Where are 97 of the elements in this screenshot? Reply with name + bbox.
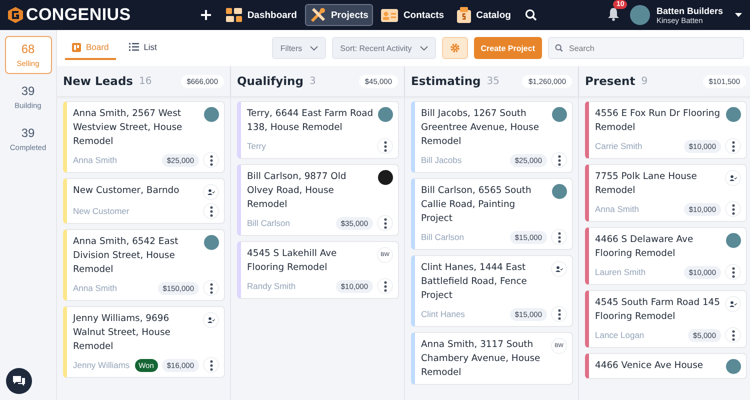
project-title: 7755 Polk Lane House Remodel	[595, 170, 698, 198]
chevron-down-icon	[420, 46, 428, 50]
bell-icon[interactable]	[607, 6, 620, 20]
more-icon[interactable]	[203, 280, 219, 296]
logo-icon	[8, 7, 23, 23]
avatar	[726, 359, 741, 374]
contact-name: Anna Smith	[73, 155, 118, 165]
search-icon[interactable]	[524, 9, 537, 21]
gear-icon	[450, 43, 460, 53]
project-title: Bill Carlson, 6565 South Callie Road, Painting Project	[421, 184, 532, 226]
contact-name: Randy Smith	[247, 281, 297, 291]
more-icon[interactable]	[725, 327, 741, 343]
contact-name: Bill Jacobs	[421, 155, 463, 165]
view-tab[interactable]: List	[122, 36, 164, 60]
plus-icon[interactable]	[201, 10, 212, 20]
brand-name: CONGENIUS	[26, 5, 131, 25]
contact-name: Terry	[247, 141, 267, 151]
project-title: Bill Jacobs, 1267 South Greentree Avenue, House Remodel	[421, 107, 540, 149]
contact-name: Carrie Smith	[595, 141, 644, 151]
contact-name: Bill Carlson	[421, 232, 465, 242]
project-title: Anna Smith, 6542 East Division Street, House Remodel	[73, 235, 180, 277]
project-title: Terry, 6644 East Farm Road 138, House Remodel	[247, 107, 374, 135]
more-icon[interactable]	[551, 229, 567, 245]
more-icon[interactable]	[725, 201, 741, 217]
more-icon[interactable]	[377, 215, 393, 231]
project-title: 4466 Venice Ave House	[595, 359, 704, 373]
project-card[interactable]: Terry, 6644 East Farm Road 138, House Remodel Terry	[237, 101, 399, 159]
project-title: 4545 South Farm Road 145 Flooring Remodel	[595, 296, 721, 324]
more-icon[interactable]	[377, 138, 393, 154]
assign-user-icon[interactable]	[203, 184, 219, 200]
more-icon[interactable]	[725, 264, 741, 280]
chevron-down-icon	[310, 46, 318, 50]
avatar	[378, 170, 393, 185]
contact-name: Clint Hanes	[421, 309, 466, 319]
project-title: Clint Hanes, 1444 East Battlefield Road, Fence Project	[421, 261, 528, 303]
column-count: 35	[486, 76, 500, 86]
list-icon	[128, 43, 139, 51]
contact-name: Lance Logan	[595, 330, 646, 340]
avatar	[726, 233, 741, 248]
dashboard-icon	[226, 8, 242, 22]
contact-name: Anna Smith	[73, 283, 118, 293]
project-title: Anna Smith, 2567 West Westview Street, House Remodel	[73, 107, 184, 149]
column-title: New Leads	[63, 74, 134, 88]
more-icon[interactable]	[725, 138, 741, 154]
search-icon	[555, 44, 563, 52]
contact-name: Anna Smith	[595, 204, 640, 214]
project-title: 4545 S Lakehill Ave Flooring Remodel	[247, 247, 338, 275]
project-title: 4556 E Fox Run Dr Flooring Remodel	[595, 107, 722, 135]
settings-button[interactable]	[442, 37, 468, 59]
company-name: Batten Builders	[656, 6, 723, 16]
search-field[interactable]: Search	[548, 37, 744, 59]
nav-tab[interactable]: Catalog	[452, 4, 516, 26]
chat-bubbles-icon	[12, 375, 26, 387]
contact-name: Jenny Williams	[73, 360, 131, 370]
filters-dropdown[interactable]: Filters	[272, 37, 326, 59]
avatar	[204, 235, 219, 250]
nav-tab[interactable]: Dashboard	[221, 4, 302, 26]
column-title: Present	[585, 74, 636, 88]
assign-user-icon[interactable]	[725, 296, 741, 312]
price-tag-icon	[457, 7, 472, 23]
project-card[interactable]: 4466 Venice Ave House	[585, 353, 747, 379]
nav-tab[interactable]: Projects	[304, 4, 374, 26]
contact-name: New Customer	[73, 206, 130, 216]
more-icon[interactable]	[551, 152, 567, 168]
contact-name: Lauren Smith	[595, 267, 647, 277]
more-icon[interactable]	[551, 306, 567, 322]
board-icon	[72, 42, 81, 52]
more-icon[interactable]	[203, 152, 219, 168]
project-title: Jenny Williams, 9696 Walnut Street, House Remodel	[73, 312, 172, 354]
assign-user-icon[interactable]	[551, 261, 567, 277]
column-title: Qualifying	[237, 74, 304, 88]
tools-icon	[310, 7, 326, 23]
project-title: Anna Smith, 3117 South Chambery Avenue, House Remodel	[421, 338, 542, 380]
avatar	[552, 184, 567, 199]
contact-name: Bill Carlson	[247, 218, 291, 228]
sort-dropdown[interactable]: Sort: Recent Activity	[332, 37, 436, 59]
avatar	[204, 107, 219, 122]
column-count: 3	[309, 76, 316, 86]
more-icon[interactable]	[203, 203, 219, 219]
contact-card-icon	[381, 8, 398, 22]
more-icon[interactable]	[203, 357, 219, 373]
more-icon[interactable]	[377, 278, 393, 294]
column-count: 9	[641, 76, 648, 86]
project-card[interactable]: New Customer, Barndo New Customer	[63, 178, 225, 224]
column-count: 16	[139, 76, 152, 86]
avatar	[552, 107, 567, 122]
project-title: New Customer, Barndo	[73, 184, 180, 198]
column-title: Estimating	[411, 74, 481, 88]
nav-tab[interactable]: Contacts	[376, 4, 450, 26]
project-title: Bill Carlson, 9877 Old Olvey Road, House Remodel	[247, 170, 348, 212]
assign-user-icon[interactable]	[203, 312, 219, 328]
user-avatar[interactable]	[630, 5, 650, 25]
project-title: 4466 S Delaware Ave Flooring Remodel	[595, 233, 694, 261]
caret-icon[interactable]	[735, 13, 742, 17]
avatar	[378, 107, 393, 122]
avatar	[726, 107, 741, 122]
assign-user-icon[interactable]	[725, 170, 741, 186]
